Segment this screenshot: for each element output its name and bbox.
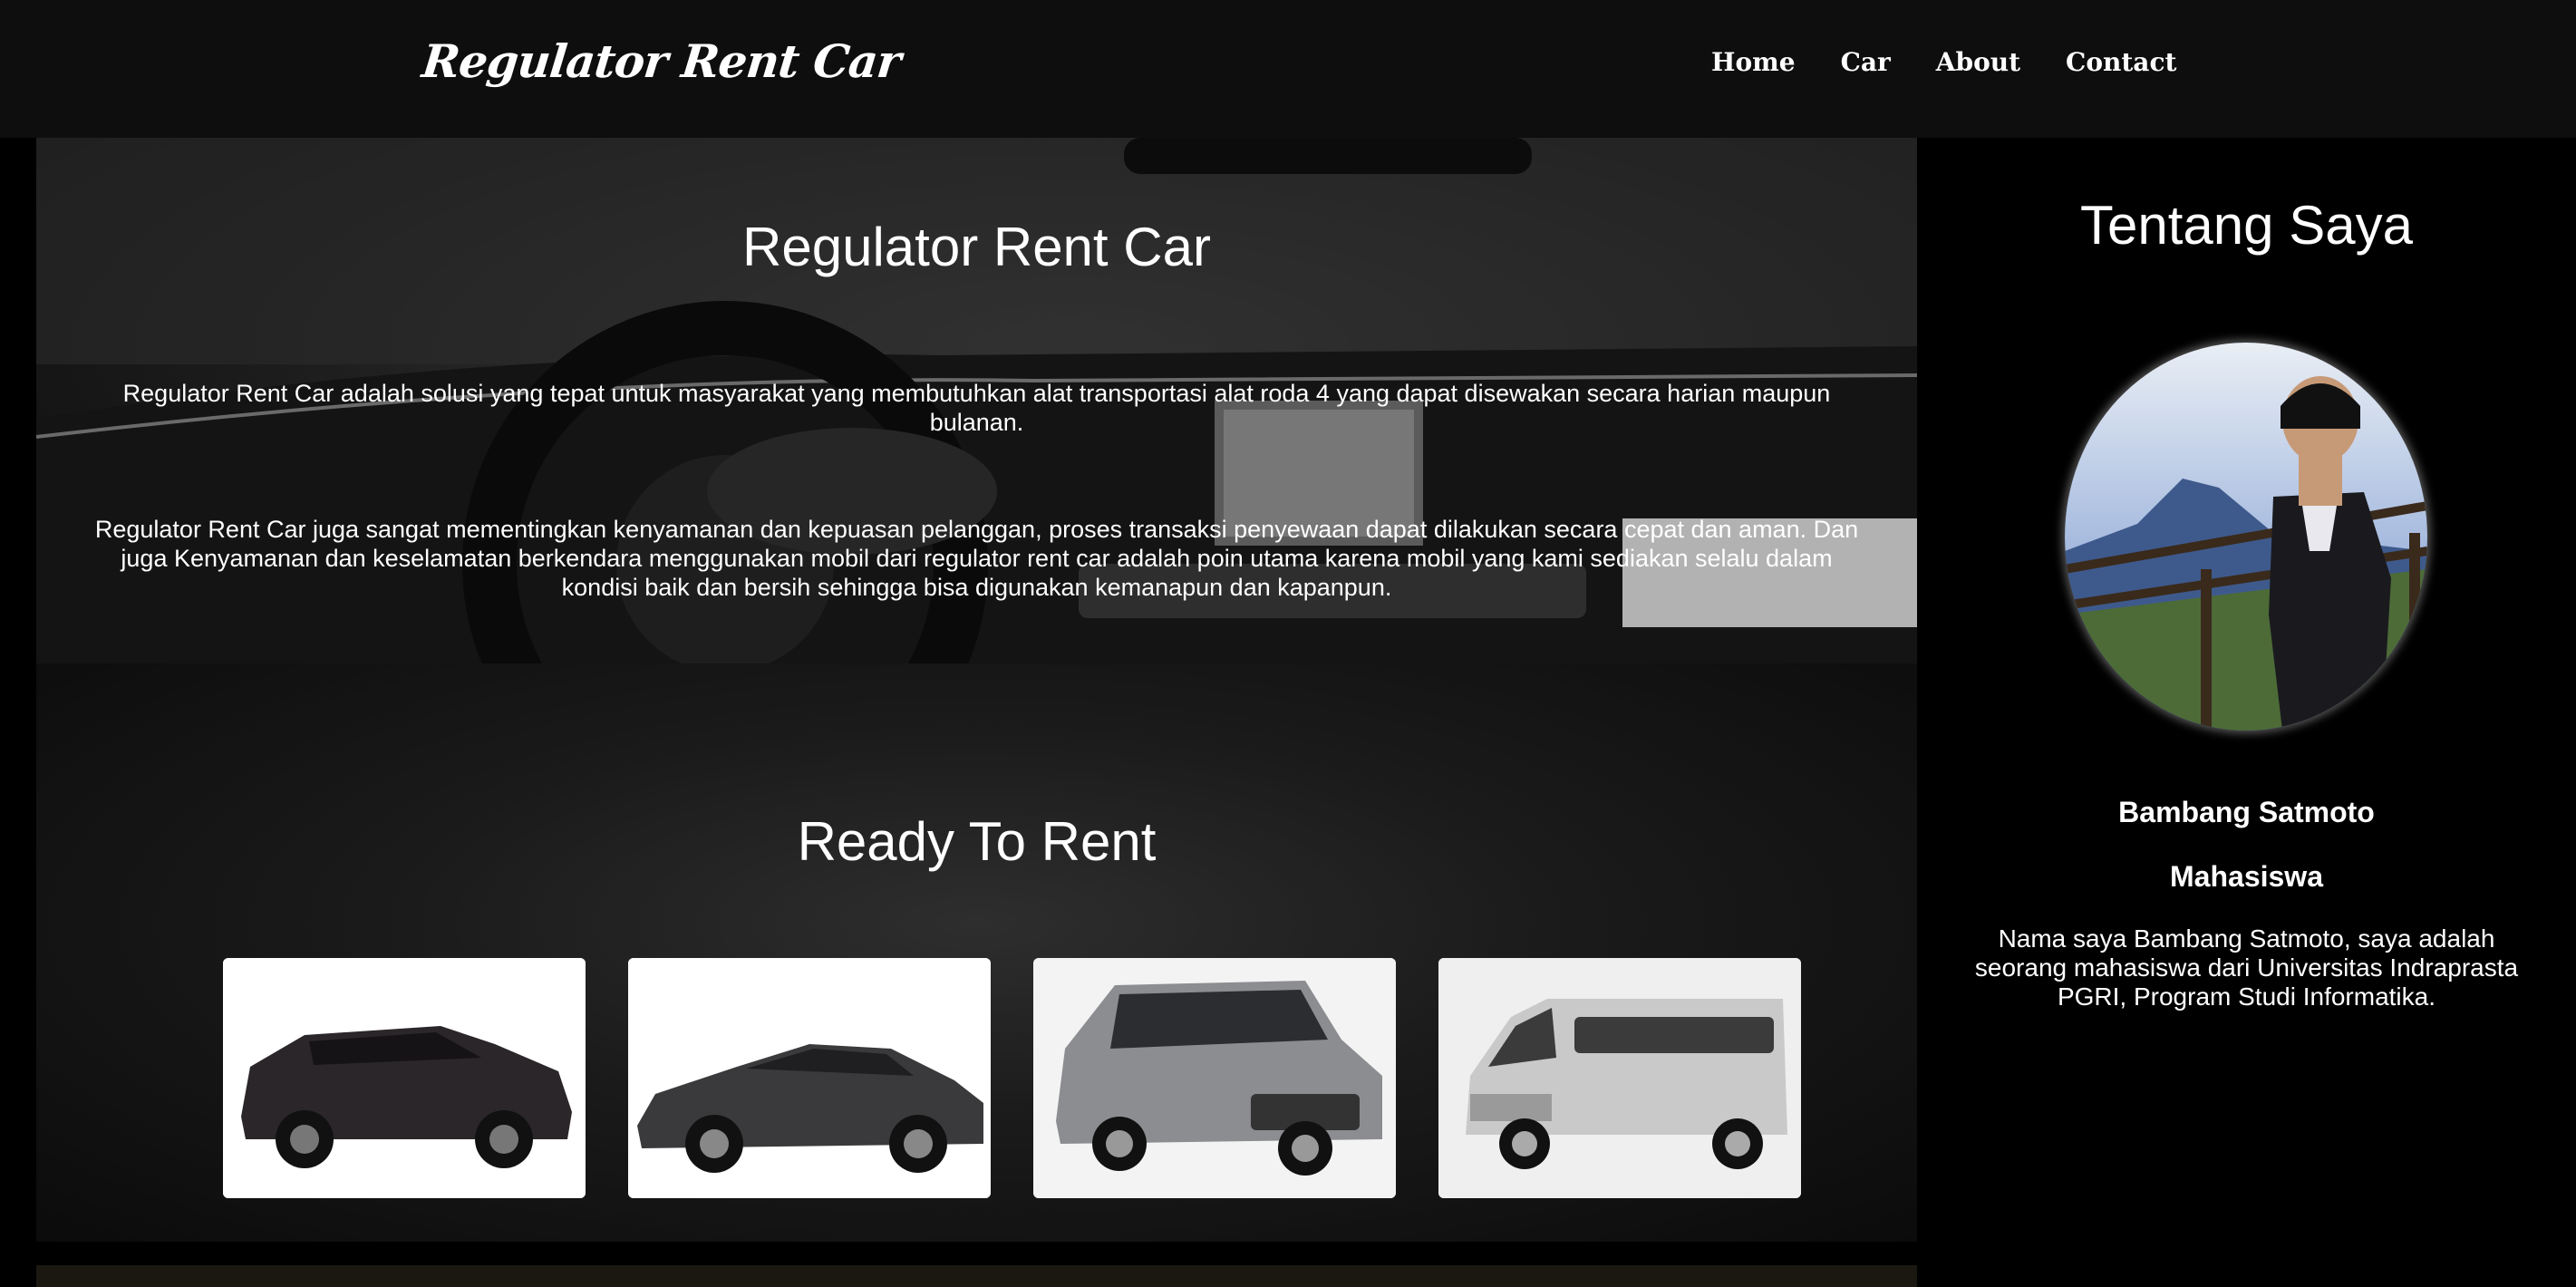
nav-link-car[interactable]: Car — [1841, 47, 1891, 77]
profile-description: Nama saya Bambang Satmoto, saya adalah s… — [1974, 924, 2519, 1011]
mpv-silver-image — [1033, 958, 1396, 1198]
hero-paragraph-1: Regulator Rent Car adalah solusi yang te… — [122, 380, 1831, 436]
van-white-image — [1438, 958, 1801, 1198]
brand-logo-link[interactable]: Regulator Rent Car — [420, 34, 903, 88]
suv-dark-image — [223, 958, 586, 1198]
about-sidebar: Tentang Saya Bambang Satmoto Mahasiswa N… — [1917, 138, 2576, 1287]
profile-photo-image — [2065, 343, 2427, 731]
profile-name: Bambang Satmoto — [2118, 796, 2375, 828]
profile-role: Mahasiswa — [2170, 860, 2323, 893]
ready-to-rent-title: Ready To Rent — [797, 811, 1157, 872]
hero-paragraph-2: Regulator Rent Car juga sangat mementing… — [94, 516, 1859, 601]
next-section-edge — [36, 1265, 1917, 1287]
nav-link-contact[interactable]: Contact — [2066, 47, 2176, 77]
navbar: Regulator Rent Car Home Car About Contac… — [0, 0, 2576, 138]
car-card-suv[interactable] — [223, 958, 586, 1198]
avatar — [2065, 343, 2427, 731]
nav-link-home[interactable]: Home — [1711, 47, 1796, 77]
sedan-dark-image — [628, 958, 991, 1198]
nav-link-about[interactable]: About — [1936, 47, 2020, 77]
hero-section: Regulator Rent Car Regulator Rent Car ad… — [36, 138, 1917, 663]
car-card-van[interactable] — [1438, 958, 1801, 1198]
about-title: Tentang Saya — [2080, 195, 2413, 256]
car-card-mpv[interactable] — [1033, 958, 1396, 1198]
hero-title: Regulator Rent Car — [742, 217, 1211, 277]
ready-to-rent-section: Ready To Rent — [36, 663, 1917, 1242]
car-card-sedan[interactable] — [628, 958, 991, 1198]
nav-links: Home Car About Contact — [1711, 47, 2176, 77]
